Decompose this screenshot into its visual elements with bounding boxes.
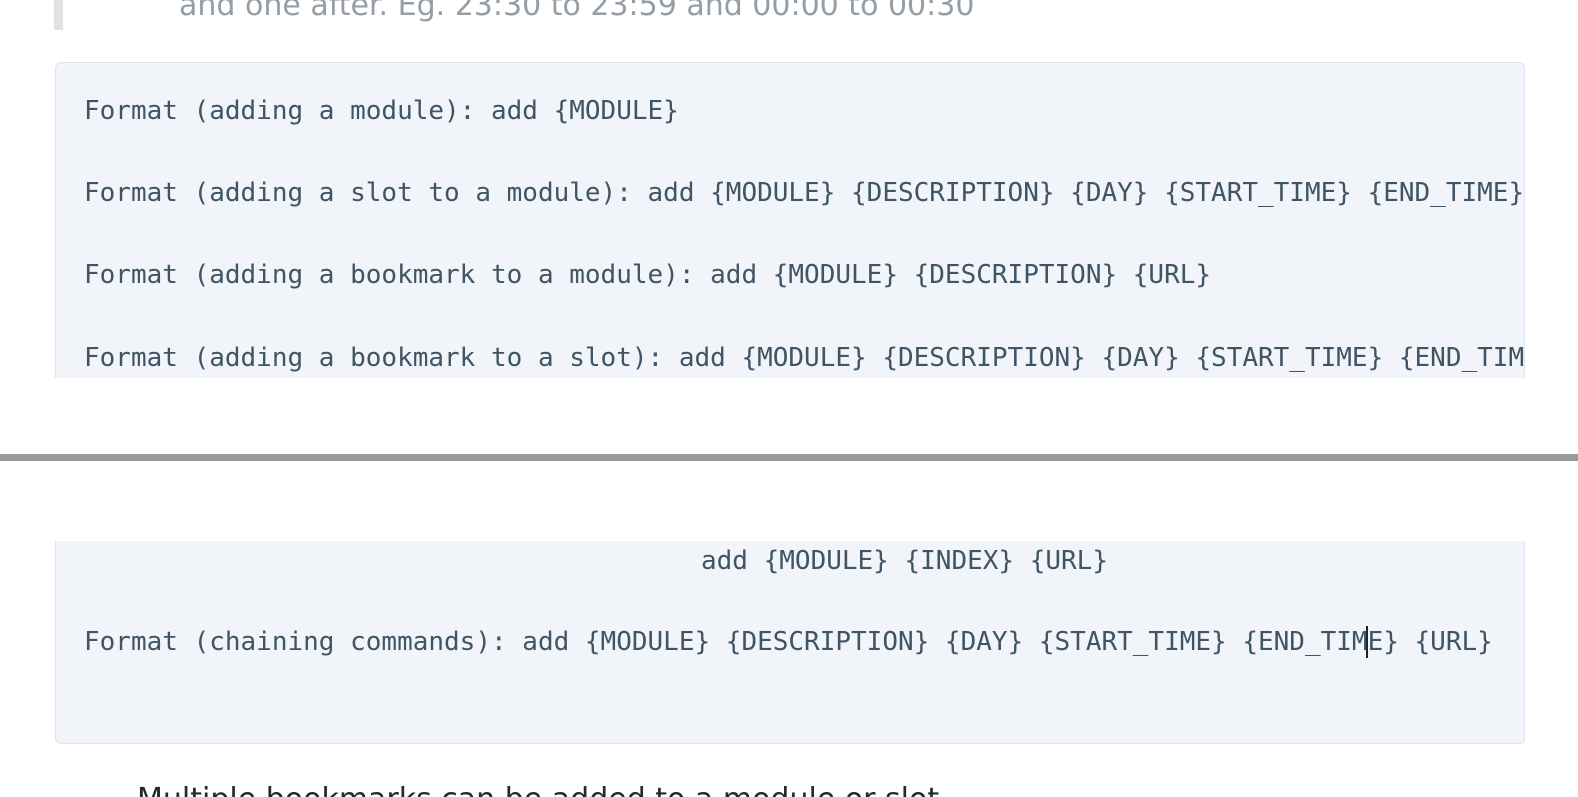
split-divider[interactable] — [0, 454, 1578, 461]
blockquote-bar — [54, 0, 63, 30]
text-caret — [1366, 626, 1368, 658]
code-block-lower[interactable]: add {MODULE} {INDEX} {URL} Format (chain… — [55, 541, 1525, 744]
code-line-add-slot-bookmark: Format (adding a bookmark to a slot): ad… — [84, 343, 1525, 373]
code-block-upper[interactable]: Format (adding a module): add {MODULE} F… — [55, 62, 1525, 378]
paragraph-text: Multiple bookmarks can be added to a mod… — [137, 780, 939, 797]
code-line-add-module: Format (adding a module): add {MODULE} — [84, 96, 679, 126]
blockquote: and one after. Eg. 23:30 to 23:59 and 00… — [54, 0, 1524, 30]
code-line-add-module-bookmark: Format (adding a bookmark to a module): … — [84, 260, 1212, 290]
code-line-add-index-url: add {MODULE} {INDEX} {URL} — [701, 546, 1108, 576]
code-line-chaining-commands: Format (chaining commands): add {MODULE}… — [84, 627, 1493, 657]
code-line-add-slot: Format (adding a slot to a module): add … — [84, 178, 1525, 208]
blockquote-text: and one after. Eg. 23:30 to 23:59 and 00… — [179, 0, 975, 23]
